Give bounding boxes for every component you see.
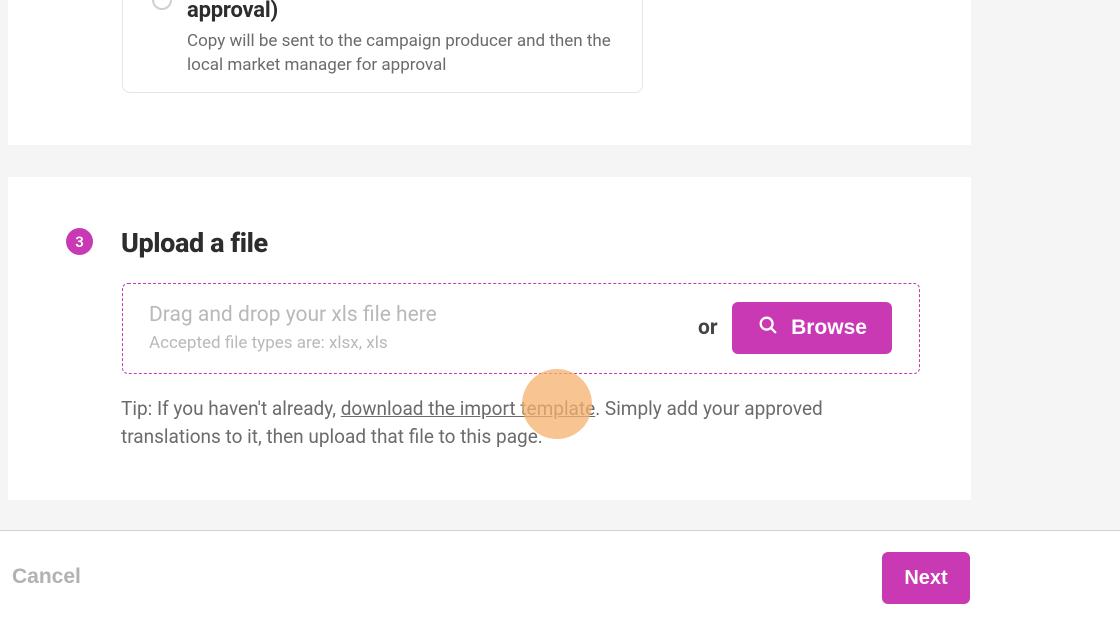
browse-button[interactable]: Browse	[732, 302, 892, 354]
step-number-badge: 3	[66, 228, 93, 255]
next-button[interactable]: Next	[882, 552, 970, 604]
cancel-button[interactable]: Cancel	[12, 565, 81, 589]
dropzone-subtext: Accepted file types are: xlsx, xls	[149, 333, 388, 353]
dropzone-main-text: Drag and drop your xls file here	[149, 303, 437, 327]
browse-button-label: Browse	[791, 316, 867, 340]
or-label: or	[698, 316, 718, 340]
tip-prefix: Tip: If you haven't already,	[121, 397, 341, 420]
approval-option-description: Copy will be sent to the campaign produc…	[187, 29, 617, 77]
upload-heading: Upload a file	[121, 227, 268, 259]
search-icon	[757, 314, 779, 342]
tip-text: Tip: If you haven't already, download th…	[121, 395, 891, 451]
download-template-link[interactable]: download the import template	[341, 397, 596, 420]
approval-option-title: approval)	[187, 0, 278, 23]
